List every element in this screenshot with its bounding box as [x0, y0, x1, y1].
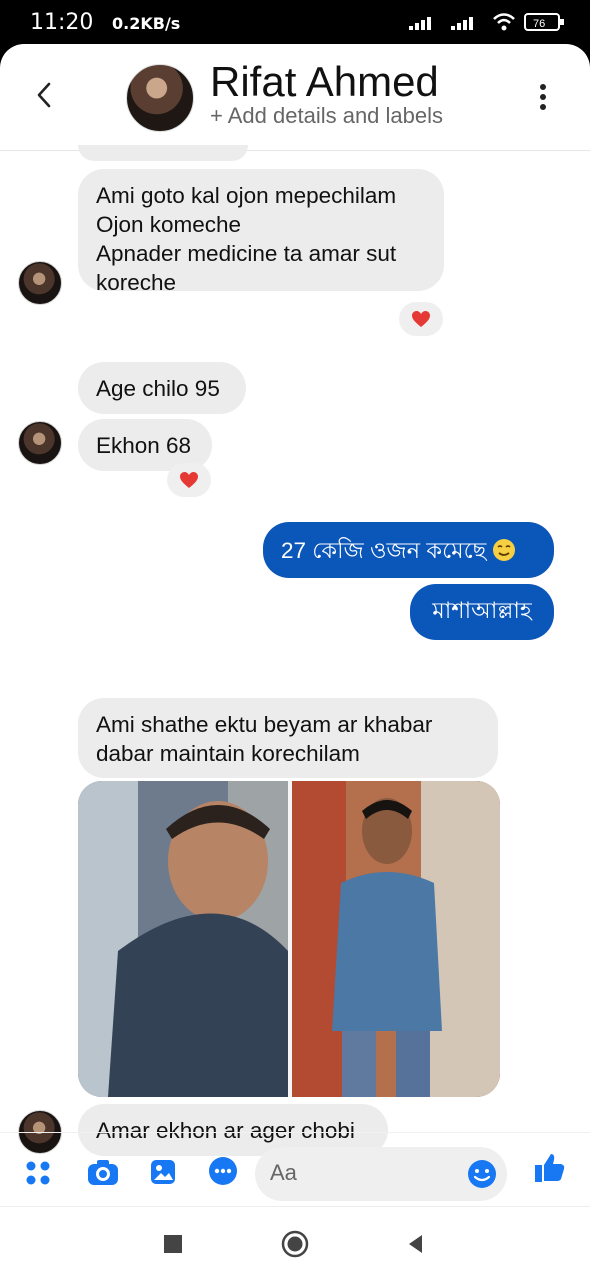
add-details-link[interactable]: + Add details and labels [210, 103, 443, 129]
wifi-icon [493, 13, 515, 31]
system-status-icons: 76 [408, 12, 566, 32]
message-line: koreche [96, 270, 177, 295]
message-bubble[interactable]: Ami goto kal ojon mepechilam Ojon komech… [78, 169, 444, 295]
message-line: Ami goto kal ojon mepechilam [96, 183, 397, 208]
heart-icon [412, 311, 430, 327]
message-list: Ami goto kal ojon mepechilam Ojon komech… [0, 145, 590, 1156]
emoji-icon [492, 538, 516, 562]
heart-reaction[interactable] [399, 302, 443, 336]
message-input-placeholder: Aa [270, 1160, 297, 1185]
status-time: 11:20 [30, 10, 94, 35]
before-after-photo [78, 781, 500, 1097]
sent-message-bubble[interactable]: 27 কেজি ওজন কমেছে [263, 522, 554, 578]
message-text: Ekhon 68 [96, 433, 192, 458]
sender-avatar[interactable] [18, 421, 62, 465]
android-navigation-bar [0, 1206, 590, 1280]
recent-apps-button[interactable] [164, 1235, 182, 1253]
contact-name[interactable]: Rifat Ahmed [210, 58, 439, 106]
home-button-icon[interactable] [280, 1229, 310, 1259]
previous-message-bubble[interactable] [78, 145, 248, 161]
emoji-icon[interactable] [467, 1159, 497, 1189]
contact-avatar[interactable] [126, 64, 194, 132]
sender-avatar[interactable] [18, 261, 62, 305]
message-input[interactable]: Aa [255, 1147, 507, 1201]
message-line: Apnader medicine ta amar sut [96, 241, 397, 266]
battery-icon: 76 [524, 13, 564, 31]
sent-message-bubble[interactable]: মাশাআল্লাহ [410, 584, 554, 640]
apps-grid-icon[interactable] [24, 1159, 54, 1189]
camera-icon[interactable] [86, 1157, 120, 1187]
status-bar: 11:20 0.2KB/s 76 [0, 0, 590, 44]
message-line: Ojon komeche [96, 212, 242, 237]
heart-reaction[interactable] [167, 463, 211, 497]
chevron-left-icon[interactable] [32, 80, 56, 110]
message-text: Age chilo 95 [96, 376, 220, 401]
photo-attachment[interactable] [78, 781, 500, 1097]
messenger-icon[interactable] [206, 1155, 240, 1189]
message-text: 27 কেজি ওজন কমেছে [281, 537, 487, 563]
message-text: মাশাআল্লাহ [432, 598, 532, 623]
back-button-icon[interactable] [404, 1232, 428, 1256]
battery-level: 76 [533, 18, 545, 30]
message-line: Ami shathe ektu beyam ar khabar [96, 712, 433, 737]
message-bubble[interactable]: Ami shathe ektu beyam ar khabar dabar ma… [78, 698, 498, 778]
chat-header: Rifat Ahmed + Add details and labels [0, 44, 590, 151]
chat-window: Rifat Ahmed + Add details and labels Ami… [0, 44, 590, 1280]
message-bubble[interactable]: Age chilo 95 [78, 362, 246, 414]
heart-icon [180, 472, 198, 488]
image-gallery-icon[interactable] [148, 1157, 178, 1187]
signal-icon [451, 17, 473, 30]
thumbs-up-icon[interactable] [531, 1150, 567, 1186]
message-line: dabar maintain korechilam [96, 741, 360, 766]
signal-icon [409, 17, 431, 30]
more-vertical-icon[interactable] [538, 82, 548, 112]
network-speed: 0.2KB/s [112, 14, 181, 33]
messenger-screen: 11:20 0.2KB/s 76 Rifat Ahmed + Add detai… [0, 0, 590, 1280]
